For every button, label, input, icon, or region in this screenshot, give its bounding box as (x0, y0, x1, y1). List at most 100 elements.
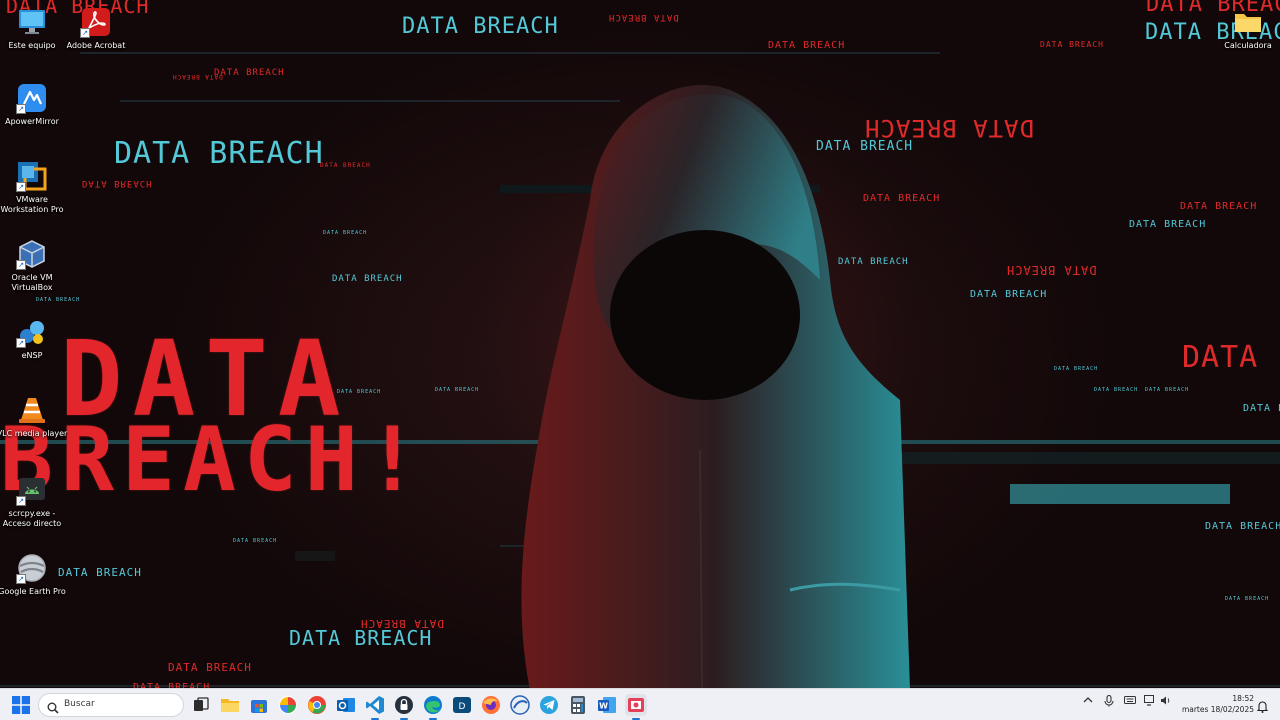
taskbar-search-box[interactable]: Buscar (38, 693, 184, 717)
vlc-icon (16, 394, 48, 426)
monitor-icon (16, 6, 48, 38)
breach-text: DATA BREACH (608, 12, 679, 22)
desktop-icon-scrcpy[interactable]: ↗ scrcpy.exe - Acceso directo (0, 474, 70, 529)
chrome-icon[interactable] (306, 694, 328, 716)
icon-label: ApowerMirror (5, 117, 59, 126)
security-icon[interactable] (393, 694, 415, 720)
breach-text: DATA BREACH (214, 68, 285, 78)
clock-date: martes 18/02/2025 (1181, 705, 1254, 714)
snipping-icon[interactable] (625, 694, 647, 720)
breach-text: DATA BREACH (332, 274, 403, 284)
breach-text: DATA BREACH (864, 114, 1034, 142)
desktop-icon-apowermirror[interactable]: ↗ ApowerMirror (0, 82, 70, 127)
outlook-icon[interactable] (335, 694, 357, 716)
scrcpy-icon: ↗ (16, 474, 48, 506)
dell-icon[interactable]: D (451, 694, 473, 716)
desktop-icon-virtualbox[interactable]: ↗ Oracle VM VirtualBox (0, 238, 70, 293)
breach-text: DATA BREACH (1094, 387, 1139, 393)
breach-text: DATA BREACH (289, 626, 433, 650)
pinwheel-icon[interactable] (277, 694, 299, 716)
glitch-line (1010, 484, 1230, 504)
ensp-icon: ↗ (16, 316, 48, 348)
breach-text: DATA BREACH (1054, 366, 1099, 372)
breach-text: DATA BREACH (323, 230, 368, 236)
calculator-icon[interactable] (567, 694, 589, 716)
breach-text: DATA BREACH (1129, 219, 1207, 230)
icon-label: eNSP (21, 351, 43, 360)
glitch-line (80, 52, 940, 54)
hooded-figure (521, 85, 910, 688)
icon-label: VLC media player (0, 429, 68, 438)
search-icon (47, 699, 59, 714)
edge-icon[interactable] (422, 694, 444, 720)
breach-text: DATA BREACH (1225, 596, 1270, 602)
breach-text: DATA BREACH (36, 297, 81, 303)
desktop-wallpaper: DATA BREACH DATA BREACH DATA BREACH DATA… (0, 0, 1280, 688)
breach-text: DATA BREACH (838, 257, 909, 267)
keyboard-icon[interactable] (1124, 695, 1136, 708)
icon-label: VMware Workstation Pro (0, 195, 64, 214)
microphone-icon[interactable] (1104, 694, 1114, 710)
breach-text: DATA BREACH (58, 566, 142, 579)
breach-text: DATA BREACH (863, 193, 941, 204)
breach-text: DATA BREACH (114, 136, 324, 171)
breach-text: DATA BREACH (1040, 40, 1104, 49)
breach-text: DATA BREACH (1205, 521, 1280, 532)
icon-label: Google Earth Pro (0, 587, 66, 596)
virtualbox-icon: ↗ (16, 238, 48, 270)
shortcut-arrow-icon: ↗ (16, 338, 26, 348)
word-icon[interactable]: W (596, 694, 618, 716)
adobe-acrobat-icon: ↗ (80, 6, 112, 38)
icon-label: Oracle VM VirtualBox (11, 273, 53, 292)
search-placeholder: Buscar (64, 699, 95, 709)
shortcut-arrow-icon: ↗ (16, 182, 26, 192)
apowermirror-icon: ↗ (16, 82, 48, 114)
breach-text: DATA BREACH (768, 40, 846, 51)
breach-text: DATA BREACH (1145, 387, 1190, 393)
breach-text: DATA BREACH (435, 387, 480, 393)
firefox-icon[interactable] (480, 694, 502, 716)
windows-start-icon[interactable] (12, 696, 30, 714)
store-icon[interactable] (248, 694, 270, 716)
desktop-icon-vlc[interactable]: VLC media player (0, 394, 70, 439)
volume-icon[interactable] (1160, 695, 1171, 709)
breach-text: DATA BREACH (1180, 201, 1258, 212)
desktop-icon-google-earth[interactable]: ↗ Google Earth Pro (0, 552, 70, 597)
vmware-icon: ↗ (16, 160, 48, 192)
desktop-icon-vmware[interactable]: ↗ VMware Workstation Pro (0, 160, 70, 215)
notification-bell-icon[interactable] (1256, 698, 1269, 713)
icon-label: scrcpy.exe - Acceso directo (2, 509, 62, 528)
taskbar: Buscar D W 18:52 martes 18/02/2025 (0, 688, 1280, 720)
vscode-icon[interactable] (364, 694, 386, 720)
folder-icon (1232, 6, 1264, 38)
network-icon[interactable] (1144, 695, 1156, 709)
clock-time: 18:52 (1232, 694, 1254, 703)
breach-text: DATA (1182, 340, 1259, 375)
glitch-line (295, 551, 335, 561)
shortcut-arrow-icon: ↗ (16, 260, 26, 270)
google-earth-icon: ↗ (16, 552, 48, 584)
desktop-icon-ensp[interactable]: ↗ eNSP (0, 316, 70, 361)
breach-text: DATA BREACH (1006, 263, 1097, 277)
file-explorer-icon[interactable] (219, 694, 241, 716)
breach-text: DATA BREACH (233, 538, 278, 544)
icon-label: Calculadora (1224, 41, 1272, 50)
telegram-icon[interactable] (538, 694, 560, 716)
breach-text: DATA BREACH (1243, 403, 1280, 414)
shortcut-arrow-icon: ↗ (16, 496, 26, 506)
breach-text: DATA BREACH (320, 162, 371, 169)
browser-icon[interactable] (509, 694, 531, 716)
task-view-icon[interactable] (190, 694, 212, 716)
shortcut-arrow-icon: ↗ (16, 574, 26, 584)
breach-text: DATA BREACH (402, 14, 559, 39)
shortcut-arrow-icon: ↗ (80, 28, 90, 38)
breach-text: DATA BREACH (970, 289, 1048, 300)
icon-label: Adobe Acrobat (66, 41, 126, 50)
svg-text:D: D (459, 702, 466, 712)
desktop-icon-adobe-acrobat[interactable]: ↗ Adobe Acrobat (58, 6, 134, 51)
taskbar-clock[interactable]: 18:52 martes 18/02/2025 (1180, 693, 1254, 715)
desktop-icon-calculadora[interactable]: Calculadora (1210, 6, 1280, 51)
breach-text: DATA BREACH (816, 139, 914, 154)
chevron-up-icon[interactable] (1083, 695, 1093, 708)
shortcut-arrow-icon: ↗ (16, 104, 26, 114)
